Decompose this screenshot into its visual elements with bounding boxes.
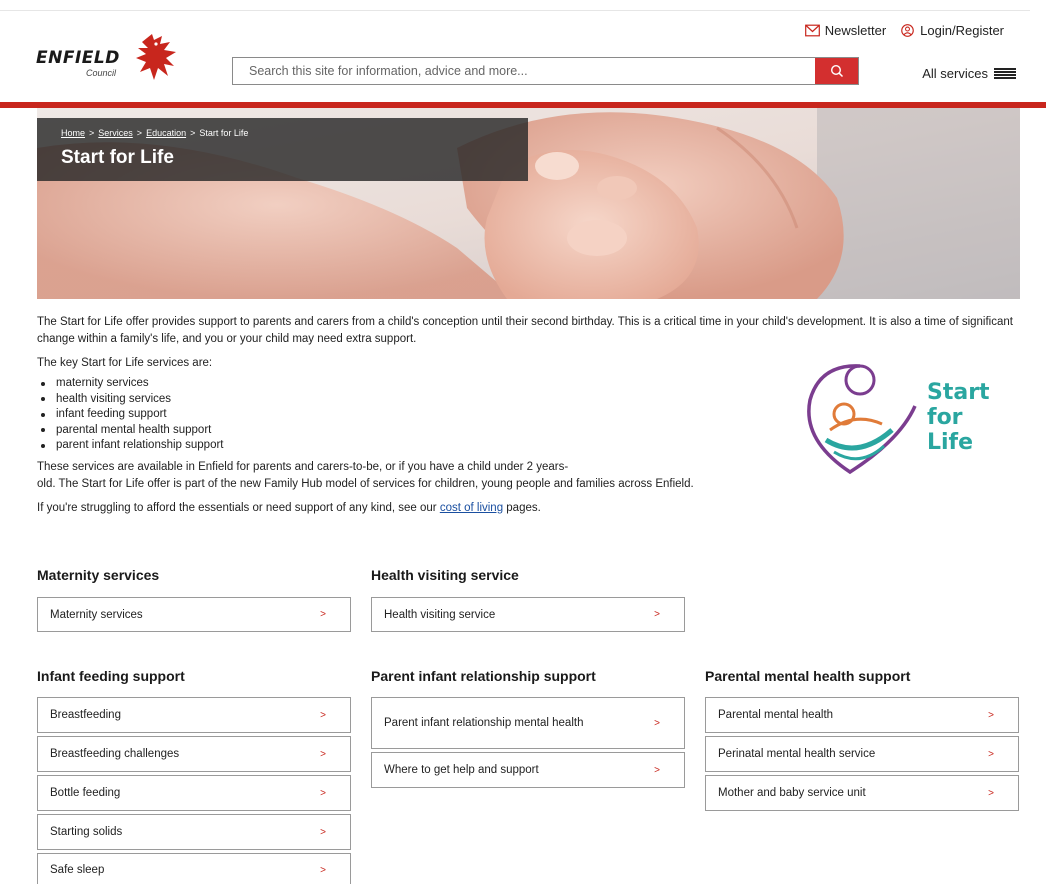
chevron-right-icon: > bbox=[320, 609, 326, 620]
newsletter-link[interactable]: Newsletter bbox=[804, 23, 887, 38]
service-link-card[interactable]: Parent infant relationship mental health… bbox=[371, 697, 685, 749]
utility-links: Newsletter Login/Register bbox=[804, 23, 1004, 38]
start-for-life-logo: Start for Life bbox=[800, 360, 1020, 480]
dragon-icon bbox=[136, 34, 176, 80]
logo-wordmark: ENFIELD bbox=[36, 48, 120, 68]
parent-infant-relationship-group: Parent infant relationship support Paren… bbox=[371, 668, 685, 791]
breadcrumb-separator: > bbox=[89, 128, 95, 138]
service-link-card[interactable]: Parental mental health > bbox=[705, 697, 1019, 733]
cost-of-living-paragraph: If you're struggling to afford the essen… bbox=[37, 500, 1027, 517]
card-label: Safe sleep bbox=[50, 864, 105, 876]
card-label: Breastfeeding challenges bbox=[50, 748, 180, 760]
card-label: Where to get help and support bbox=[384, 764, 539, 776]
all-services-label: All services bbox=[922, 66, 988, 81]
card-label: Parental mental health bbox=[718, 709, 834, 721]
search-bar bbox=[232, 57, 859, 85]
hero-title-panel: Home > Services > Education > Start for … bbox=[37, 118, 528, 181]
breadcrumb-services[interactable]: Services bbox=[98, 128, 133, 138]
availability-paragraph-line1: These services are available in Enfield … bbox=[37, 460, 569, 473]
card-label: Starting solids bbox=[50, 826, 123, 838]
page-title: Start for Life bbox=[61, 147, 174, 168]
user-icon bbox=[901, 24, 914, 37]
maternity-services-group: Maternity services Maternity services > bbox=[37, 567, 351, 635]
breadcrumb-separator: > bbox=[190, 128, 196, 138]
group-title: Health visiting service bbox=[371, 567, 519, 583]
search-input[interactable] bbox=[233, 58, 815, 84]
breadcrumb-separator: > bbox=[136, 128, 143, 138]
login-register-label: Login/Register bbox=[920, 23, 1004, 38]
breadcrumb-current: Start for Life bbox=[199, 128, 249, 138]
card-label: Mother and baby service unit bbox=[718, 787, 866, 799]
group-title: Parental mental health support bbox=[705, 668, 911, 684]
cost-of-living-text-pre: If you're struggling to afford the essen… bbox=[37, 501, 440, 514]
chevron-right-icon: > bbox=[320, 748, 326, 760]
hamburger-icon bbox=[994, 67, 1016, 80]
chevron-right-icon: > bbox=[654, 764, 660, 776]
newsletter-label: Newsletter bbox=[824, 23, 887, 38]
service-link-card[interactable]: Starting solids > bbox=[37, 814, 351, 850]
envelope-icon bbox=[804, 24, 820, 37]
hero-banner: Home > Services > Education > Start for … bbox=[37, 108, 1020, 299]
start-for-life-wordmark: Start for Life bbox=[927, 380, 990, 455]
card-label: Bottle feeding bbox=[50, 787, 121, 799]
infant-feeding-group: Infant feeding support Breastfeeding > B… bbox=[37, 668, 351, 884]
card-label: Perinatal mental health service bbox=[718, 748, 876, 760]
group-title: Infant feeding support bbox=[37, 668, 185, 684]
service-link-card[interactable]: Perinatal mental health service > bbox=[705, 736, 1019, 772]
enfield-council-logo[interactable]: ENFIELD Council bbox=[36, 32, 186, 84]
card-label: Parent infant relationship mental health bbox=[384, 717, 584, 729]
parental-mental-health-group: Parental mental health support Parental … bbox=[705, 668, 1019, 814]
breadcrumb: Home > Services > Education > Start for … bbox=[61, 128, 504, 138]
breadcrumb-education[interactable]: Education bbox=[146, 128, 186, 138]
service-link-card[interactable]: Maternity services > bbox=[37, 597, 351, 632]
mother-baby-icon bbox=[807, 364, 917, 475]
logo-subtitle: Council bbox=[86, 68, 117, 78]
group-title: Maternity services bbox=[37, 567, 160, 583]
service-link-card[interactable]: Mother and baby service unit > bbox=[705, 775, 1019, 811]
health-visiting-group: Health visiting service Health visiting … bbox=[371, 567, 685, 635]
site-header: ENFIELD Council Newsletter Login/Registe… bbox=[0, 0, 1046, 108]
chevron-right-icon: > bbox=[988, 748, 994, 760]
card-label: Breastfeeding bbox=[50, 709, 121, 721]
all-services-menu-button[interactable]: All services bbox=[922, 66, 1016, 81]
chevron-right-icon: > bbox=[654, 609, 660, 620]
sfl-word-life: Life bbox=[927, 430, 974, 455]
service-link-card[interactable]: Bottle feeding > bbox=[37, 775, 351, 811]
chevron-right-icon: > bbox=[320, 709, 326, 721]
search-icon bbox=[830, 64, 843, 78]
chevron-right-icon: > bbox=[654, 717, 660, 729]
service-link-card[interactable]: Safe sleep > bbox=[37, 853, 351, 884]
group-title: Parent infant relationship support bbox=[371, 668, 596, 684]
service-link-card[interactable]: Health visiting service > bbox=[371, 597, 685, 632]
chevron-right-icon: > bbox=[320, 787, 326, 799]
chevron-right-icon: > bbox=[988, 709, 994, 721]
cost-of-living-link[interactable]: cost of living bbox=[440, 502, 503, 514]
chevron-right-icon: > bbox=[320, 864, 326, 876]
login-register-link[interactable]: Login/Register bbox=[900, 23, 1004, 38]
intro-paragraph: The Start for Life offer provides suppor… bbox=[37, 316, 1013, 345]
service-link-card[interactable]: Where to get help and support > bbox=[371, 752, 685, 788]
sfl-word-start: Start bbox=[927, 380, 990, 405]
chevron-right-icon: > bbox=[320, 826, 326, 838]
card-label: Maternity services bbox=[50, 608, 143, 621]
sfl-word-for: for bbox=[927, 405, 963, 430]
service-link-card[interactable]: Breastfeeding challenges > bbox=[37, 736, 351, 772]
search-button[interactable] bbox=[815, 58, 858, 84]
chevron-right-icon: > bbox=[988, 787, 994, 799]
cost-of-living-text-post: pages. bbox=[503, 501, 541, 514]
breadcrumb-home[interactable]: Home bbox=[61, 128, 85, 138]
card-label: Health visiting service bbox=[384, 608, 496, 621]
service-link-card[interactable]: Breastfeeding > bbox=[37, 697, 351, 733]
